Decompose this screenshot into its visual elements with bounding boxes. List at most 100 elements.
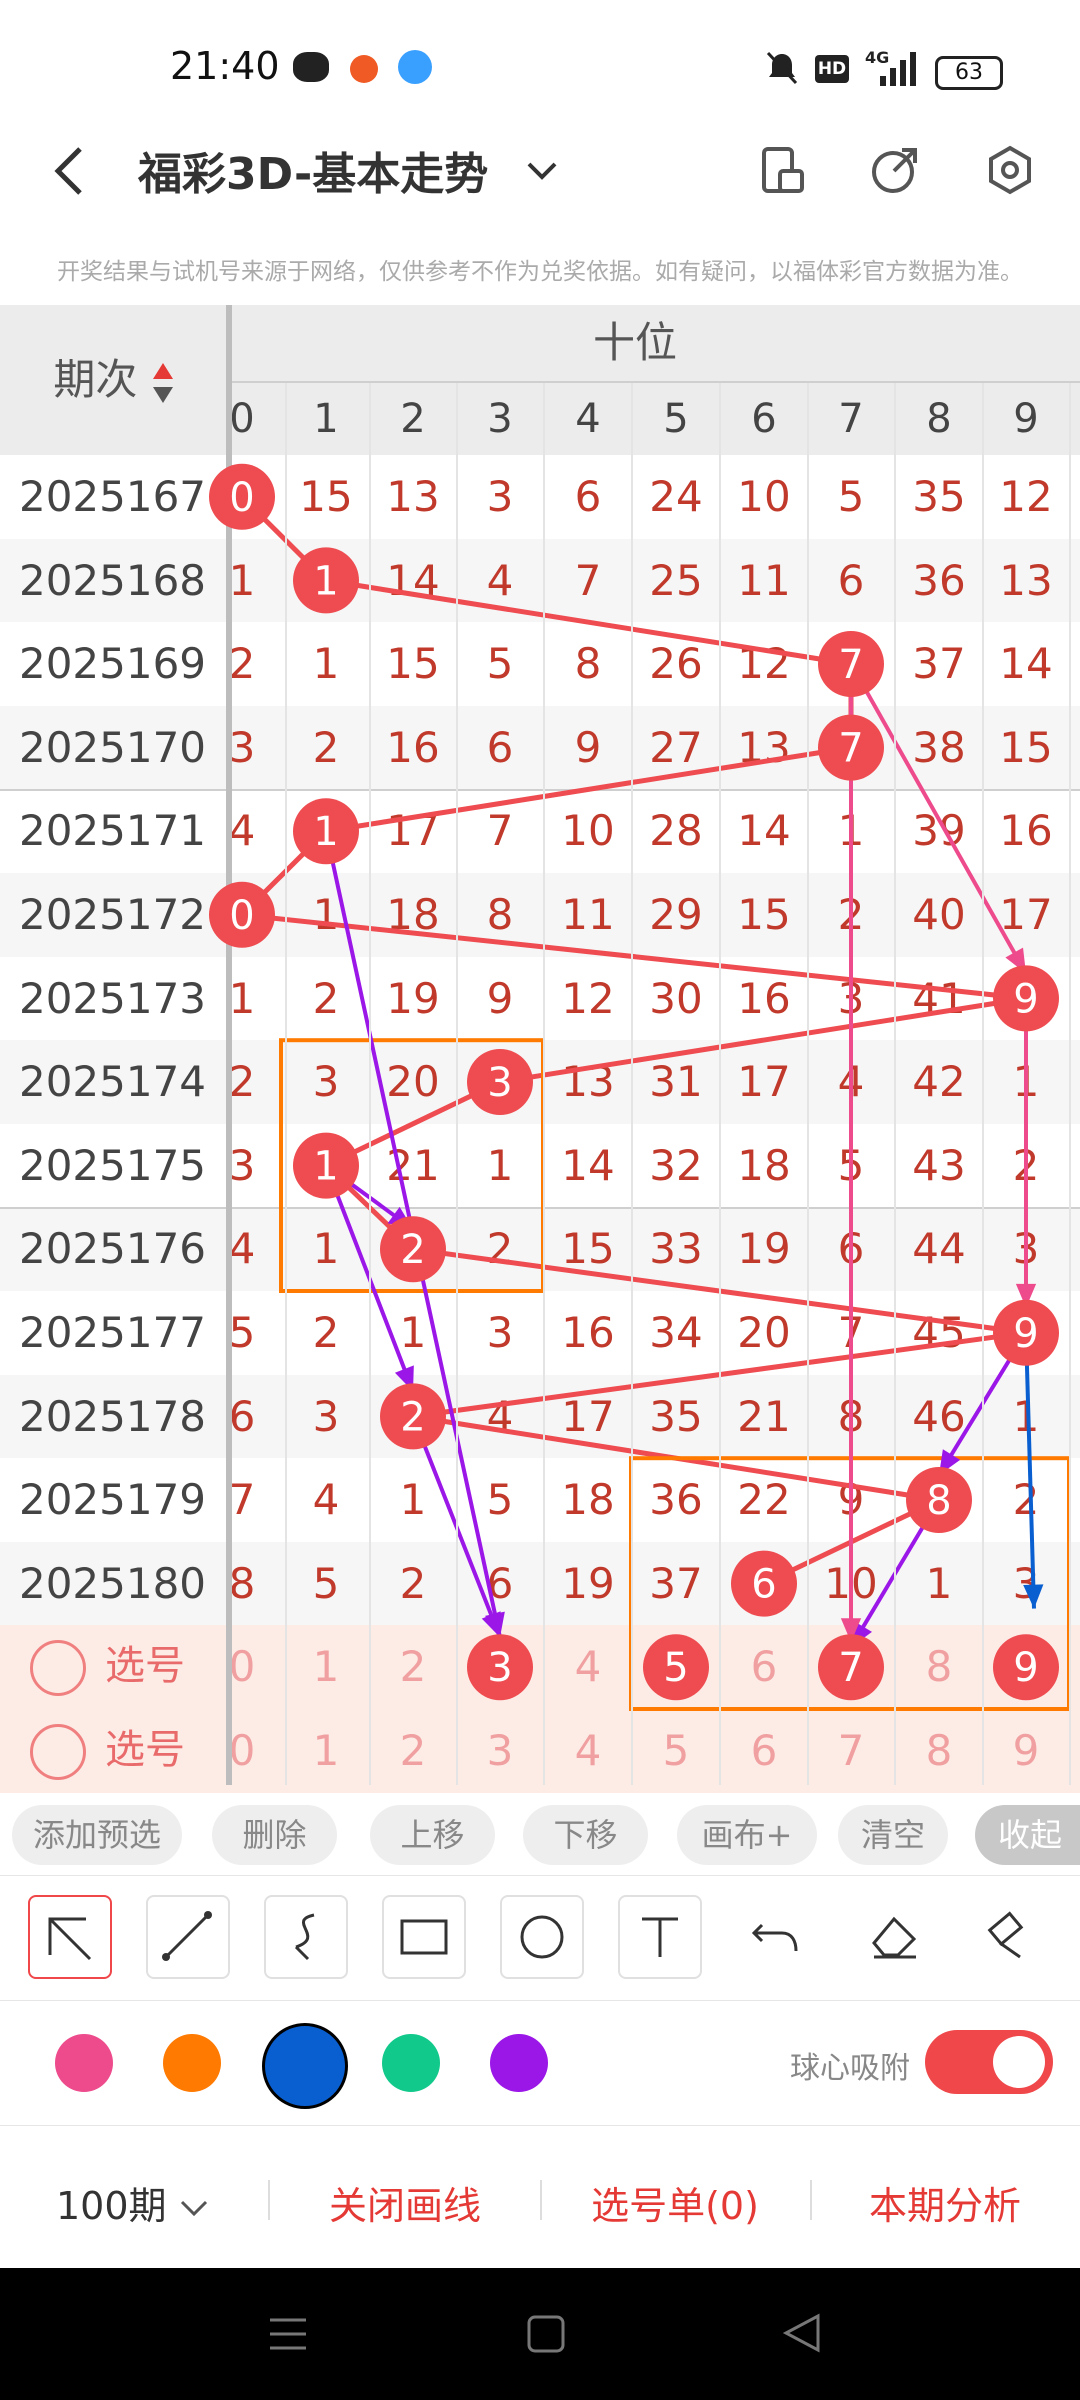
number-cell[interactable]: 6: [808, 1207, 894, 1291]
pick-number[interactable]: 4: [545, 1709, 631, 1793]
number-cell[interactable]: 1: [283, 873, 369, 957]
number-cell[interactable]: 1: [199, 957, 285, 1041]
number-cell[interactable]: 42: [896, 1040, 982, 1124]
number-cell[interactable]: 1: [457, 1124, 543, 1208]
number-cell[interactable]: 4: [283, 1458, 369, 1542]
number-cell[interactable]: 11: [545, 873, 631, 957]
number-cell[interactable]: 39: [896, 789, 982, 873]
number-cell[interactable]: 36: [896, 539, 982, 623]
number-cell[interactable]: 2: [808, 873, 894, 957]
color-swatch-1[interactable]: [163, 2034, 221, 2092]
number-cell[interactable]: 12: [545, 957, 631, 1041]
curve-tool[interactable]: [264, 1895, 348, 1979]
number-cell[interactable]: 18: [370, 873, 456, 957]
number-cell[interactable]: 3: [199, 706, 285, 790]
number-cell[interactable]: 37: [633, 1542, 719, 1626]
number-cell[interactable]: 1: [896, 1542, 982, 1626]
undo-tool[interactable]: [736, 1895, 816, 1975]
pick-number[interactable]: 1: [283, 1709, 369, 1793]
number-cell[interactable]: 5: [808, 1124, 894, 1208]
number-cell[interactable]: 8: [808, 1375, 894, 1459]
number-cell[interactable]: 6: [721, 1542, 807, 1626]
number-cell[interactable]: 3: [983, 1542, 1069, 1626]
number-cell[interactable]: 15: [283, 455, 369, 539]
number-cell[interactable]: 5: [457, 622, 543, 706]
number-cell[interactable]: 14: [370, 539, 456, 623]
number-cell[interactable]: 7: [199, 1458, 285, 1542]
number-cell[interactable]: 3: [457, 1291, 543, 1375]
number-cell[interactable]: 27: [633, 706, 719, 790]
number-cell[interactable]: 1: [283, 622, 369, 706]
number-cell[interactable]: 9: [808, 1458, 894, 1542]
number-cell[interactable]: 5: [199, 1291, 285, 1375]
number-cell[interactable]: 3: [283, 1375, 369, 1459]
number-cell[interactable]: 0: [199, 873, 285, 957]
number-cell[interactable]: 26: [633, 622, 719, 706]
number-cell[interactable]: 6: [808, 539, 894, 623]
home-icon[interactable]: [526, 2314, 566, 2354]
number-cell[interactable]: 7: [457, 789, 543, 873]
chip-3[interactable]: 下移: [523, 1805, 648, 1865]
chip-4[interactable]: 画布+: [677, 1805, 817, 1865]
number-cell[interactable]: 7: [545, 539, 631, 623]
back-icon[interactable]: [50, 145, 90, 197]
number-cell[interactable]: 15: [721, 873, 807, 957]
number-cell[interactable]: 16: [721, 957, 807, 1041]
number-cell[interactable]: 10: [721, 455, 807, 539]
number-cell[interactable]: 15: [545, 1207, 631, 1291]
number-cell[interactable]: 5: [457, 1458, 543, 1542]
pick-checkbox[interactable]: [30, 1640, 86, 1697]
pick-number[interactable]: 8: [896, 1709, 982, 1793]
pick-number[interactable]: 0: [199, 1709, 285, 1793]
number-cell[interactable]: 30: [633, 957, 719, 1041]
number-cell[interactable]: 15: [983, 706, 1069, 790]
pick-number[interactable]: 4: [545, 1625, 631, 1709]
number-cell[interactable]: 13: [545, 1040, 631, 1124]
menu-icon[interactable]: [268, 2316, 308, 2352]
number-cell[interactable]: 1: [983, 1375, 1069, 1459]
number-cell[interactable]: 3: [283, 1040, 369, 1124]
number-cell[interactable]: 29: [633, 873, 719, 957]
number-cell[interactable]: 3: [457, 1040, 543, 1124]
number-cell[interactable]: 5: [283, 1542, 369, 1626]
back-nav-icon[interactable]: [782, 2312, 822, 2354]
number-cell[interactable]: 44: [896, 1207, 982, 1291]
color-swatch-3[interactable]: [382, 2034, 440, 2092]
pick-number[interactable]: 0: [199, 1625, 285, 1709]
number-cell[interactable]: 2: [199, 622, 285, 706]
number-cell[interactable]: 19: [370, 957, 456, 1041]
circle-tool[interactable]: [500, 1895, 584, 1979]
pick-checkbox[interactable]: [30, 1724, 86, 1780]
number-cell[interactable]: 1: [283, 789, 369, 873]
number-cell[interactable]: 17: [545, 1375, 631, 1459]
line-tool[interactable]: [146, 1895, 230, 1979]
number-cell[interactable]: 9: [983, 957, 1069, 1041]
chevron-down-icon[interactable]: [525, 160, 559, 182]
number-cell[interactable]: 2: [370, 1542, 456, 1626]
number-cell[interactable]: 2: [283, 957, 369, 1041]
close-draw-button[interactable]: 关闭画线: [270, 2175, 540, 2230]
number-cell[interactable]: 4: [199, 789, 285, 873]
number-cell[interactable]: 9: [457, 957, 543, 1041]
number-cell[interactable]: 15: [370, 622, 456, 706]
number-cell[interactable]: 22: [721, 1458, 807, 1542]
chip-6[interactable]: 收起: [975, 1805, 1080, 1865]
number-cell[interactable]: 2: [199, 1040, 285, 1124]
number-cell[interactable]: 13: [983, 539, 1069, 623]
number-cell[interactable]: 5: [808, 455, 894, 539]
number-cell[interactable]: 1: [283, 539, 369, 623]
number-cell[interactable]: 16: [370, 706, 456, 790]
pick-number[interactable]: 7: [808, 1709, 894, 1793]
pick-row-label[interactable]: 选号: [105, 1709, 185, 1793]
number-cell[interactable]: 3: [199, 1124, 285, 1208]
number-cell[interactable]: 4: [199, 1207, 285, 1291]
number-cell[interactable]: 17: [983, 873, 1069, 957]
number-cell[interactable]: 8: [545, 622, 631, 706]
number-cell[interactable]: 14: [983, 622, 1069, 706]
number-cell[interactable]: 46: [896, 1375, 982, 1459]
chip-5[interactable]: 清空: [838, 1805, 948, 1865]
pick-number[interactable]: 6: [721, 1709, 807, 1793]
number-cell[interactable]: 2: [370, 1375, 456, 1459]
number-cell[interactable]: 2: [457, 1207, 543, 1291]
number-cell[interactable]: 36: [633, 1458, 719, 1542]
